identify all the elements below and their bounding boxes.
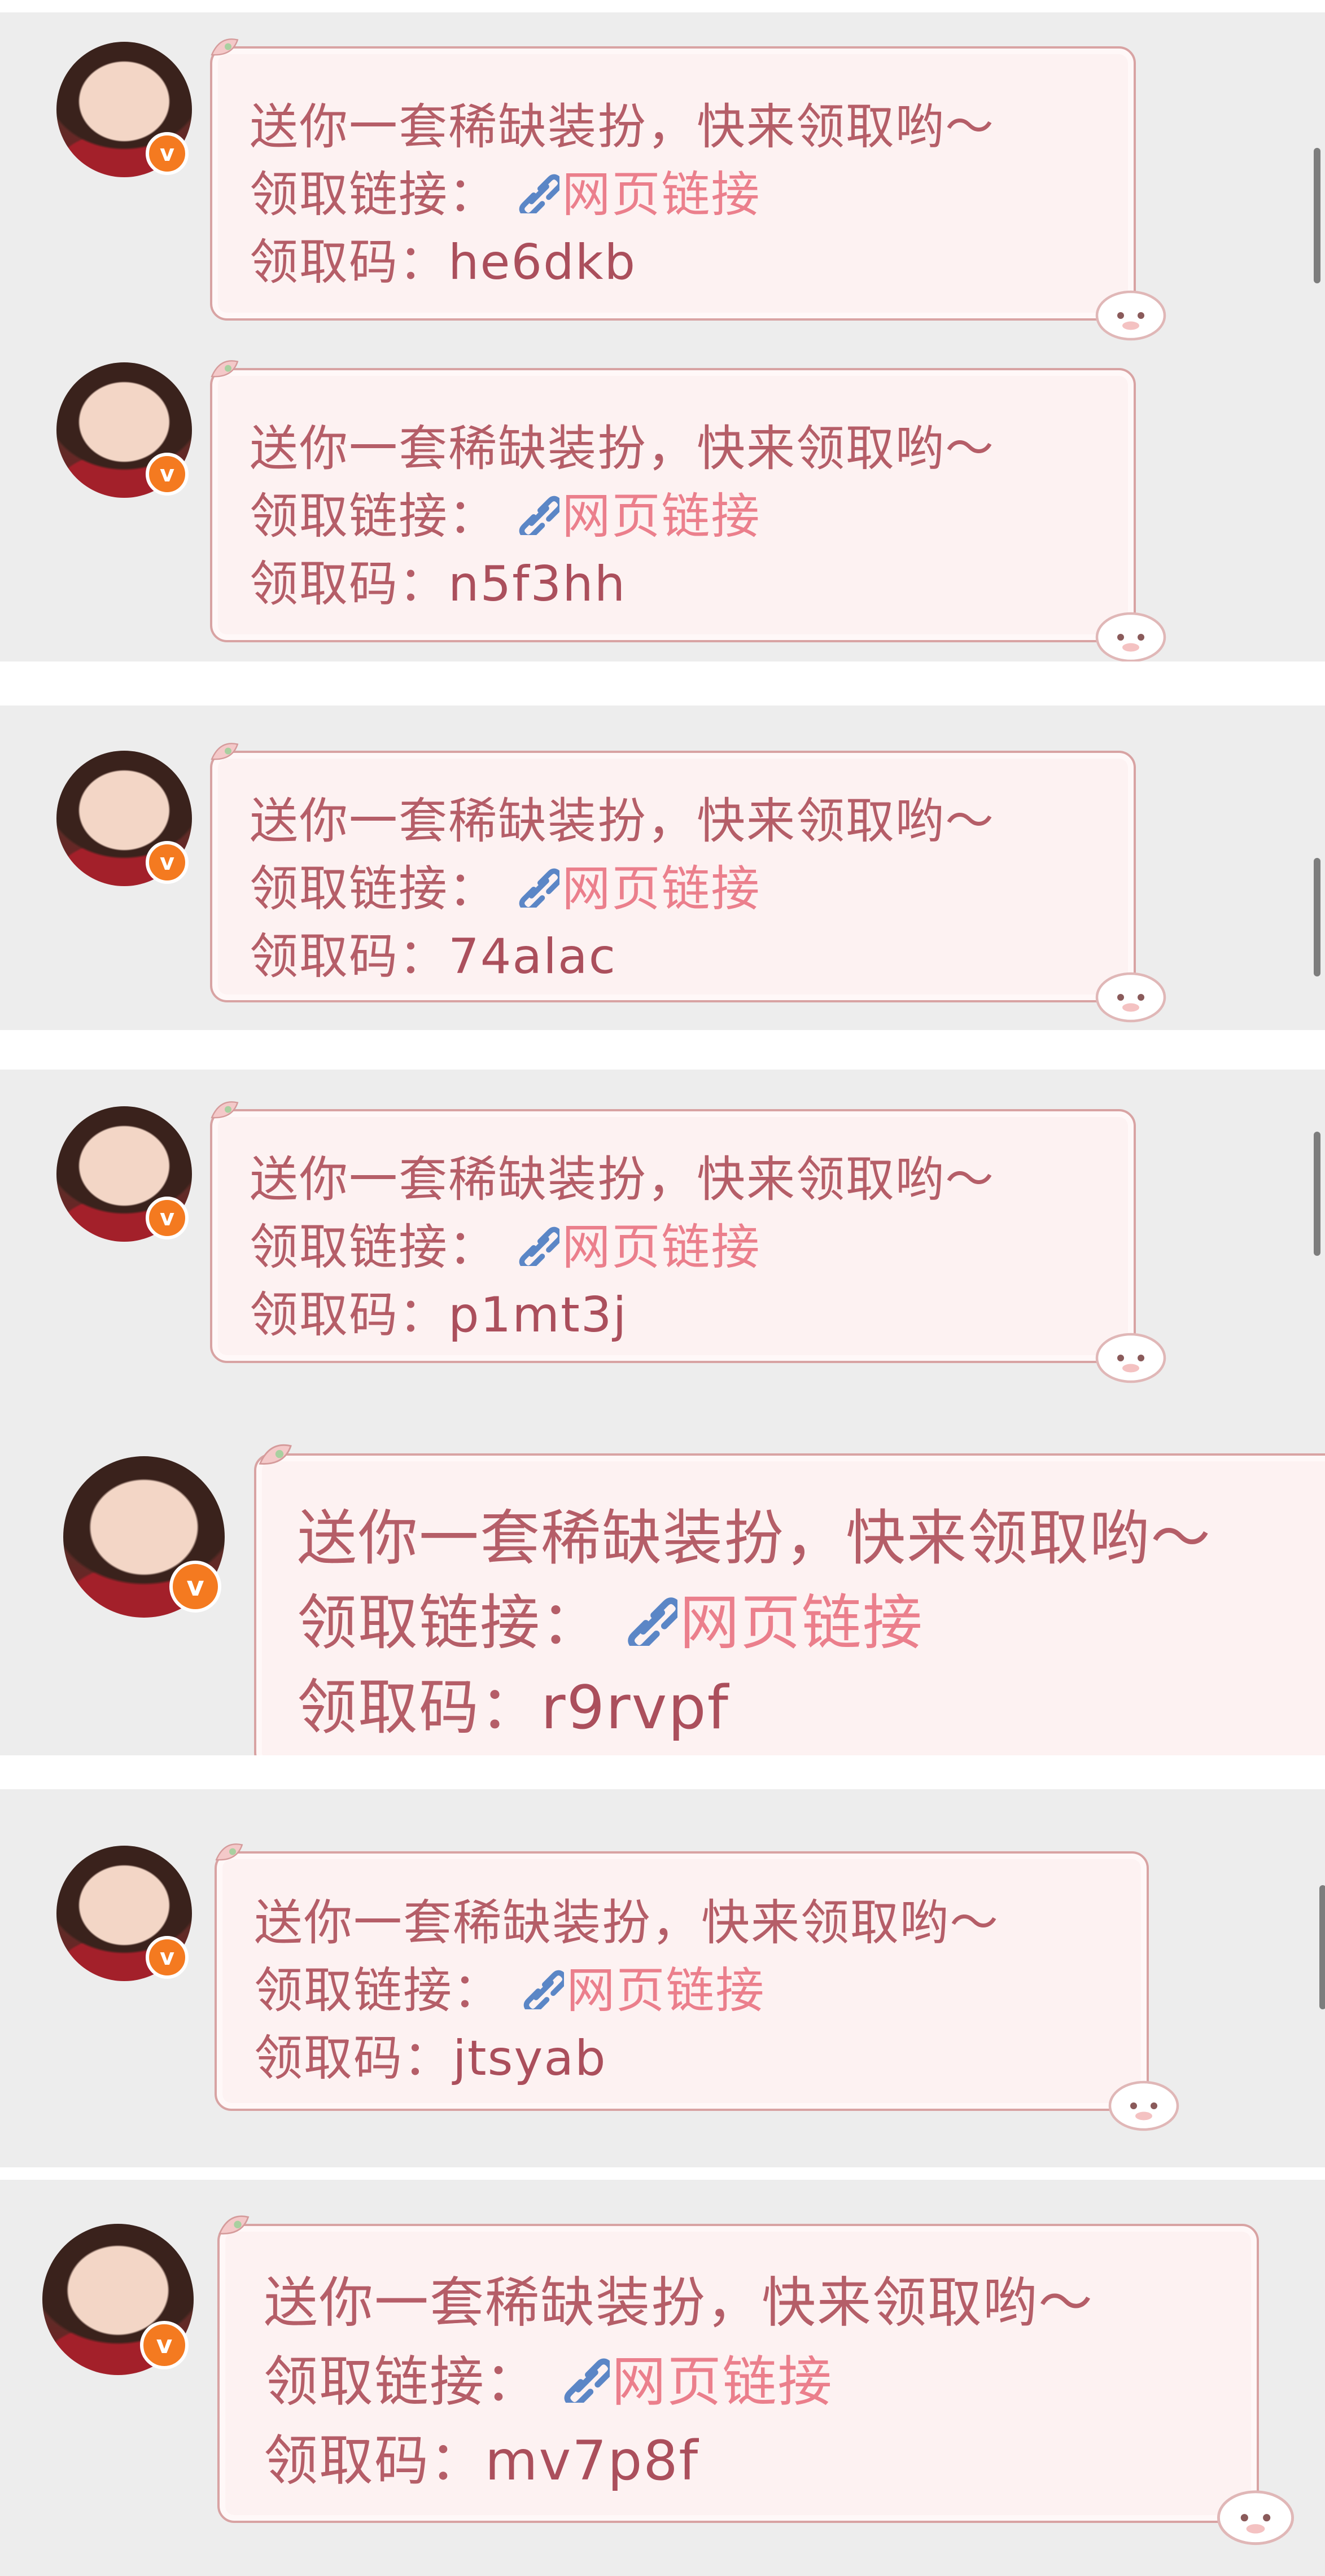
message-bubble[interactable]: 送你一套稀缺装扮，快来领取哟～ 领取链接： 网页链接 领取码：jtsyab [215,1843,1179,2131]
screenshot-panel: v 送你一套稀缺装扮，快来领取哟～ 领取链接： 网页链接 领取码：jtsyab [0,1789,1325,2167]
link-icon [519,868,560,908]
code-row: 领取码：mv7p8f [264,2417,699,2495]
claim-code[interactable]: r9rvpf [541,1673,729,1742]
web-link[interactable]: 网页链接 [562,488,760,545]
link-label: 领取链接： [264,2350,540,2413]
verified-badge-icon: v [146,453,189,496]
lamb-sticker-icon [1095,290,1166,341]
code-label: 领取码： [254,2030,453,2087]
code-label: 领取码： [297,1673,541,1742]
code-label: 领取码： [250,1287,448,1343]
claim-code[interactable]: n5f3hh [448,556,626,612]
leaf-sticker-icon [211,743,239,760]
message-bubble[interactable]: 送你一套稀缺装扮，快来领取哟～ 领取链接： 网页链接 领取码：he6dkb [210,38,1166,341]
code-row: 领取码：r9rvpf [297,1659,729,1746]
link-row: 领取链接： 网页链接 [254,1951,765,2021]
web-link[interactable]: 网页链接 [562,167,760,223]
leaf-sticker-icon [211,360,239,378]
lamb-sticker-icon [1095,1333,1166,1383]
screenshot-panel: v 送你一套稀缺装扮，快来领取哟～ 领取链接： 网页链接 领取码：mv7p8f [0,2180,1325,2576]
screenshot-panel: v 送你一套稀缺装扮，快来领取哟～ 领取链接： 网页链接 领取码：p1mt3j … [0,1070,1325,1755]
message-greeting: 送你一套稀缺装扮，快来领取哟～ [297,1504,1212,1573]
scrollbar[interactable] [1314,858,1320,976]
leaf-sticker-icon [215,1843,243,1861]
message-bubble[interactable]: 送你一套稀缺装扮，快来领取哟～ 领取链接： 网页链接 领取码：mv7p8f [217,2215,1295,2546]
code-label: 领取码： [250,234,448,291]
claim-code[interactable]: mv7p8f [485,2429,699,2492]
claim-code[interactable]: 74alac [448,928,616,985]
web-link[interactable]: 网页链接 [612,2350,833,2413]
lamb-sticker-icon [1095,972,1166,1023]
message-bubble[interactable]: 送你一套稀缺装扮，快来领取哟～ 领取链接： 网页链接 领取码：p1mt3j [210,1101,1166,1383]
link-row: 领取链接： 网页链接 [250,155,760,225]
verified-badge-icon: v [146,841,189,884]
message-greeting: 送你一套稀缺装扮，快来领取哟～ [250,793,995,849]
code-row: 领取码：p1mt3j [250,1275,627,1346]
link-label: 领取链接： [250,1219,498,1276]
link-icon [564,2358,610,2403]
message-greeting: 送你一套稀缺装扮，快来领取哟～ [250,1151,995,1208]
claim-code[interactable]: jtsyab [453,2030,607,2087]
verified-badge-icon: v [146,132,189,175]
code-label: 领取码： [250,556,448,612]
verified-badge-icon: v [146,1197,189,1239]
verified-badge-icon: v [169,1561,221,1613]
lamb-sticker-icon [1108,2080,1179,2131]
link-icon [519,174,560,213]
leaf-sticker-icon [211,1101,239,1119]
lamb-sticker-icon [1217,2490,1295,2546]
link-icon [519,1226,560,1266]
code-row: 领取码：he6dkb [250,222,636,293]
message-greeting: 送你一套稀缺装扮，快来领取哟～ [254,1895,999,1951]
verified-badge-icon: v [140,2321,189,2369]
screenshot-panel: v 送你一套稀缺装扮，快来领取哟～ 领取链接： 网页链接 领取码：74alac [0,706,1325,1030]
message-bubble[interactable]: 送你一套稀缺装扮，快来领取哟～ 领取链接： 网页链接 领取码：74alac [210,743,1166,1023]
scrollbar[interactable] [1314,1132,1320,1256]
link-row: 领取链接： 网页链接 [250,476,760,547]
message-bubble[interactable]: 送你一套稀缺装扮，快来领取哟～ 领取链接： 网页链接 领取码：r9rvpf [254,1444,1325,1755]
link-icon [524,1970,565,2009]
code-label: 领取码： [250,928,448,985]
lamb-sticker-icon [1095,612,1166,661]
scrollbar[interactable] [1314,148,1320,283]
link-icon [519,496,560,535]
link-row: 领取链接： 网页链接 [264,2338,833,2416]
link-label: 领取链接： [250,861,498,917]
leaf-sticker-icon [218,2215,250,2235]
link-label: 领取链接： [250,167,498,223]
message-greeting: 送你一套稀缺装扮，快来领取哟～ [264,2271,1094,2334]
web-link[interactable]: 网页链接 [680,1588,924,1658]
web-link[interactable]: 网页链接 [566,1962,765,2019]
screenshot-panel: v 送你一套稀缺装扮，快来领取哟～ 领取链接： 网页链接 领取码：he6dkb … [0,12,1325,661]
code-row: 领取码：jtsyab [254,2018,607,2089]
message-greeting: 送你一套稀缺装扮，快来领取哟～ [250,420,995,477]
link-row: 领取链接： 网页链接 [250,1207,760,1278]
web-link[interactable]: 网页链接 [562,1219,760,1276]
message-greeting: 送你一套稀缺装扮，快来领取哟～ [250,99,995,155]
claim-code[interactable]: p1mt3j [448,1287,627,1343]
leaf-sticker-icon [259,1444,292,1465]
code-row: 领取码：n5f3hh [250,544,626,615]
link-label: 领取链接： [297,1588,602,1658]
link-row: 领取链接： 网页链接 [250,849,760,919]
message-bubble[interactable]: 送你一套稀缺装扮，快来领取哟～ 领取链接： 网页链接 领取码：n5f3hh [210,360,1166,661]
code-row: 领取码：74alac [250,917,616,987]
code-label: 领取码： [264,2429,485,2492]
web-link[interactable]: 网页链接 [562,861,760,917]
link-label: 领取链接： [250,488,498,545]
link-label: 领取链接： [254,1962,502,2019]
link-row: 领取链接： 网页链接 [297,1574,924,1661]
verified-badge-icon: v [146,1936,189,1979]
claim-code[interactable]: he6dkb [448,234,636,291]
scrollbar[interactable] [1319,1885,1325,2009]
leaf-sticker-icon [211,38,239,56]
link-icon [627,1597,677,1646]
